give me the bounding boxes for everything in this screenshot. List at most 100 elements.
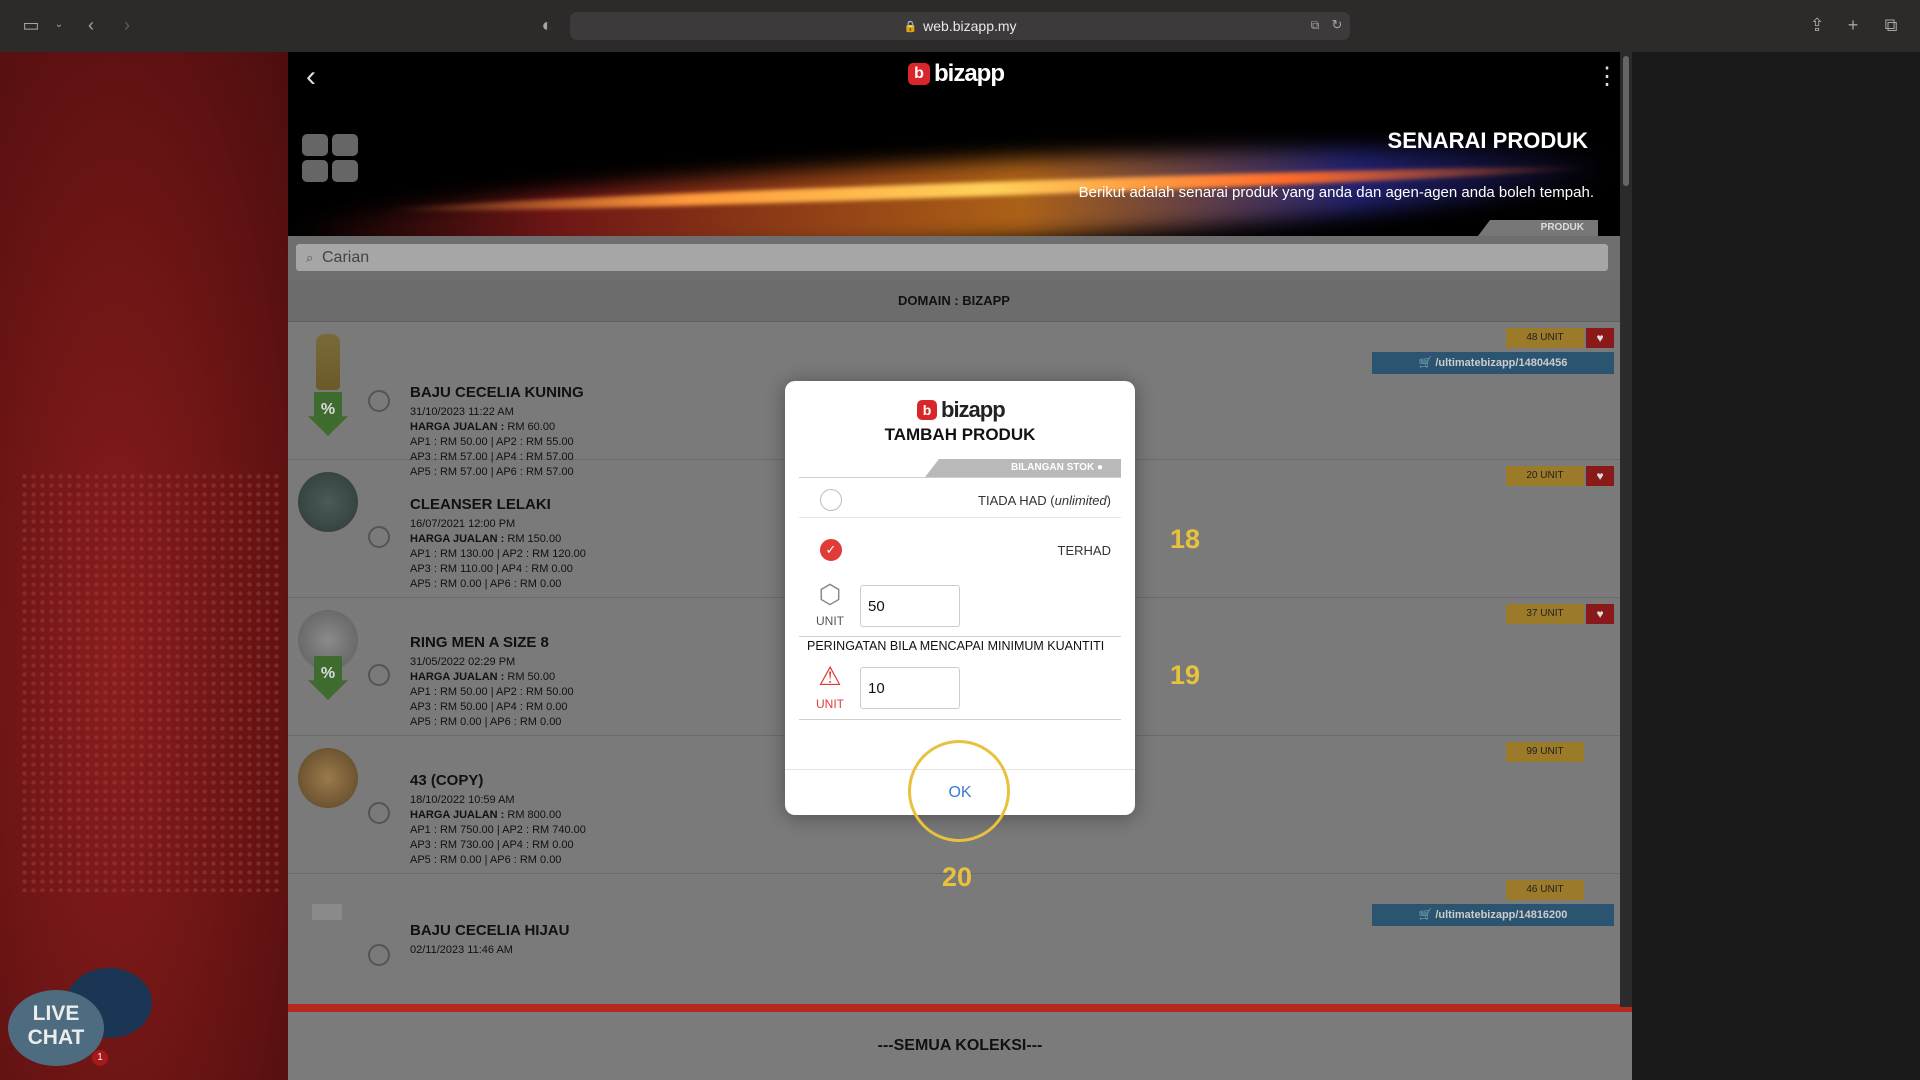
back-chevron-icon[interactable]: ‹	[306, 60, 316, 94]
product-name: CLEANSER LELAKI	[410, 496, 551, 513]
bizapp-logo: b bizapp	[908, 60, 1005, 88]
page-subtitle: Berikut adalah senarai produk yang anda …	[1078, 184, 1594, 201]
new-tab-icon[interactable]: +	[1842, 14, 1864, 36]
search-input[interactable]: ⌕ Carian	[296, 244, 1608, 271]
modal-logo: b bizapp	[917, 397, 1006, 423]
step-number-20: 20	[942, 862, 973, 892]
product-thumbnail	[298, 748, 358, 808]
live-chat-widget[interactable]: LIVE CHAT 1	[8, 968, 152, 1068]
shop-link-button[interactable]: 🛒 /ultimatebizapp/14804456	[1372, 352, 1614, 374]
search-icon: ⌕	[306, 250, 314, 265]
notification-badge: 1	[92, 1050, 108, 1066]
heart-icon[interactable]: ♥	[1586, 328, 1614, 348]
product-thumbnail	[316, 334, 340, 390]
unlimited-em: unlimited	[1054, 493, 1107, 508]
right-background	[1632, 52, 1920, 1080]
agent-price-line: AP5 : RM 0.00 | AP6 : RM 0.00	[410, 578, 562, 590]
shop-link-text: /ultimatebizapp/14804456	[1435, 357, 1568, 369]
product-info: 43 (COPY) 18/10/2022 10:59 AM HARGA JUAL…	[410, 772, 586, 868]
lock-icon: 🔒	[903, 20, 918, 33]
agent-price-line: AP3 : RM 110.00 | AP4 : RM 0.00	[410, 563, 573, 575]
shop-link-button[interactable]: 🛒 /ultimatebizapp/14816200	[1372, 904, 1614, 926]
unit-label: UNIT	[816, 614, 844, 628]
domain-label: DOMAIN : BIZAPP	[288, 280, 1620, 322]
scrollbar-thumb[interactable]	[1623, 56, 1629, 186]
agent-price-line: AP5 : RM 0.00 | AP6 : RM 0.00	[410, 716, 562, 728]
more-menu-icon[interactable]: ⋮	[1595, 62, 1619, 91]
discount-icon: %	[308, 656, 348, 700]
select-radio[interactable]	[368, 802, 390, 824]
list-item[interactable]: BAJU CECELIA HIJAU 02/11/2023 11:46 AM 4…	[288, 874, 1620, 1012]
address-bar[interactable]: 🔒 web.bizapp.my	[570, 12, 1350, 40]
shop-link-text: /ultimatebizapp/14816200	[1435, 909, 1568, 921]
stock-quantity-input[interactable]: 50	[860, 585, 960, 627]
page-title: SENARAI PRODUK	[1387, 128, 1588, 153]
chevron-down-icon[interactable]: ⌄	[48, 14, 70, 36]
browser-toolbar: ▭ ⌄ ‹ › ◐ 🔒 web.bizapp.my ⧉ ↻ ⇪ + ⧉	[0, 0, 1920, 52]
agent-price-line: AP1 : RM 750.00 | AP2 : RM 740.00	[410, 824, 586, 836]
divider	[799, 719, 1121, 720]
reload-icon[interactable]: ↻	[1326, 14, 1348, 36]
price-value: RM 150.00	[507, 533, 562, 545]
privacy-shield-icon[interactable]: ◐	[536, 14, 558, 36]
stock-badge: 37 UNIT	[1506, 604, 1584, 624]
discount-icon: %	[308, 392, 348, 436]
product-date: 16/07/2021 12:00 PM	[410, 518, 516, 530]
all-collection-button[interactable]: ---SEMUA KOLEKSI---	[288, 1012, 1632, 1080]
share-icon[interactable]: ⇪	[1806, 14, 1828, 36]
price-label: HARGA JUALAN :	[410, 671, 505, 683]
stock-tab-label: BILANGAN STOK	[1011, 462, 1095, 473]
unlimited-label: TIADA HAD (unlimited)	[978, 493, 1111, 508]
live-chat-line2: CHAT	[27, 1026, 85, 1049]
divider	[799, 517, 1121, 518]
product-thumbnail	[298, 472, 358, 532]
product-thumbnail	[312, 904, 342, 920]
stock-badge: 99 UNIT	[1506, 742, 1584, 762]
translate-icon[interactable]: ⧉	[1304, 14, 1326, 36]
product-name: BAJU CECELIA KUNING	[410, 384, 584, 401]
logo-mark-icon: b	[917, 400, 937, 420]
step-number-19: 19	[1170, 660, 1201, 690]
unit-label-warning: UNIT	[816, 697, 844, 711]
product-price: HARGA JUALAN : RM 800.00	[410, 808, 586, 823]
price-value: RM 50.00	[507, 671, 556, 683]
cart-icon: 🛒	[1418, 357, 1433, 369]
product-info: BAJU CECELIA HIJAU 02/11/2023 11:46 AM	[410, 922, 569, 958]
search-section: ⌕ Carian	[288, 236, 1620, 280]
price-label: HARGA JUALAN :	[410, 809, 505, 821]
dialog-title: TAMBAH PRODUK	[884, 425, 1036, 444]
select-radio[interactable]	[368, 664, 390, 686]
app-header: ‹ b bizapp ⋮ SENARAI PRODUK Berikut adal…	[288, 52, 1620, 236]
stock-badge: 48 UNIT	[1506, 328, 1584, 348]
page-scrollbar[interactable]	[1620, 52, 1632, 1007]
product-info: RING MEN A SIZE 8 31/05/2022 02:29 PM HA…	[410, 634, 574, 730]
unlimited-radio[interactable]	[820, 489, 842, 511]
agent-price-line: AP1 : RM 50.00 | AP2 : RM 55.00	[410, 436, 574, 448]
stock-count-tab: BILANGAN STOK ●	[925, 459, 1121, 477]
logo-mark-icon: b	[908, 63, 930, 85]
agent-price-line: AP1 : RM 130.00 | AP2 : RM 120.00	[410, 548, 586, 560]
select-radio[interactable]	[368, 390, 390, 412]
product-name: RING MEN A SIZE 8	[410, 634, 549, 651]
product-date: 31/05/2022 02:29 PM	[410, 656, 516, 668]
min-quantity-input[interactable]: 10	[860, 667, 960, 709]
unlimited-text: TIADA HAD	[978, 493, 1047, 508]
product-price: HARGA JUALAN : RM 150.00	[410, 532, 586, 547]
select-radio[interactable]	[368, 526, 390, 548]
tab-produk[interactable]: PRODUK	[1478, 220, 1598, 236]
min-quantity-warning-label: PERINGATAN BILA MENCAPAI MINIMUM KUANTIT…	[807, 639, 1105, 653]
live-chat-line1: LIVE	[32, 1002, 80, 1025]
forward-icon[interactable]: ›	[116, 14, 138, 36]
select-radio[interactable]	[368, 944, 390, 966]
logo-text: bizapp	[934, 60, 1005, 87]
product-date: 02/11/2023 11:46 AM	[410, 944, 513, 956]
back-icon[interactable]: ‹	[80, 14, 102, 36]
product-price: HARGA JUALAN : RM 60.00	[410, 420, 584, 435]
grid-menu-icon[interactable]	[302, 134, 360, 184]
tab-overview-icon[interactable]: ⧉	[1880, 14, 1902, 36]
heart-icon[interactable]: ♥	[1586, 466, 1614, 486]
sidebar-toggle-icon[interactable]: ▭	[20, 14, 42, 36]
limited-radio[interactable]: ✓	[820, 539, 842, 561]
stock-badge: 20 UNIT	[1506, 466, 1584, 486]
heart-icon[interactable]: ♥	[1586, 604, 1614, 624]
